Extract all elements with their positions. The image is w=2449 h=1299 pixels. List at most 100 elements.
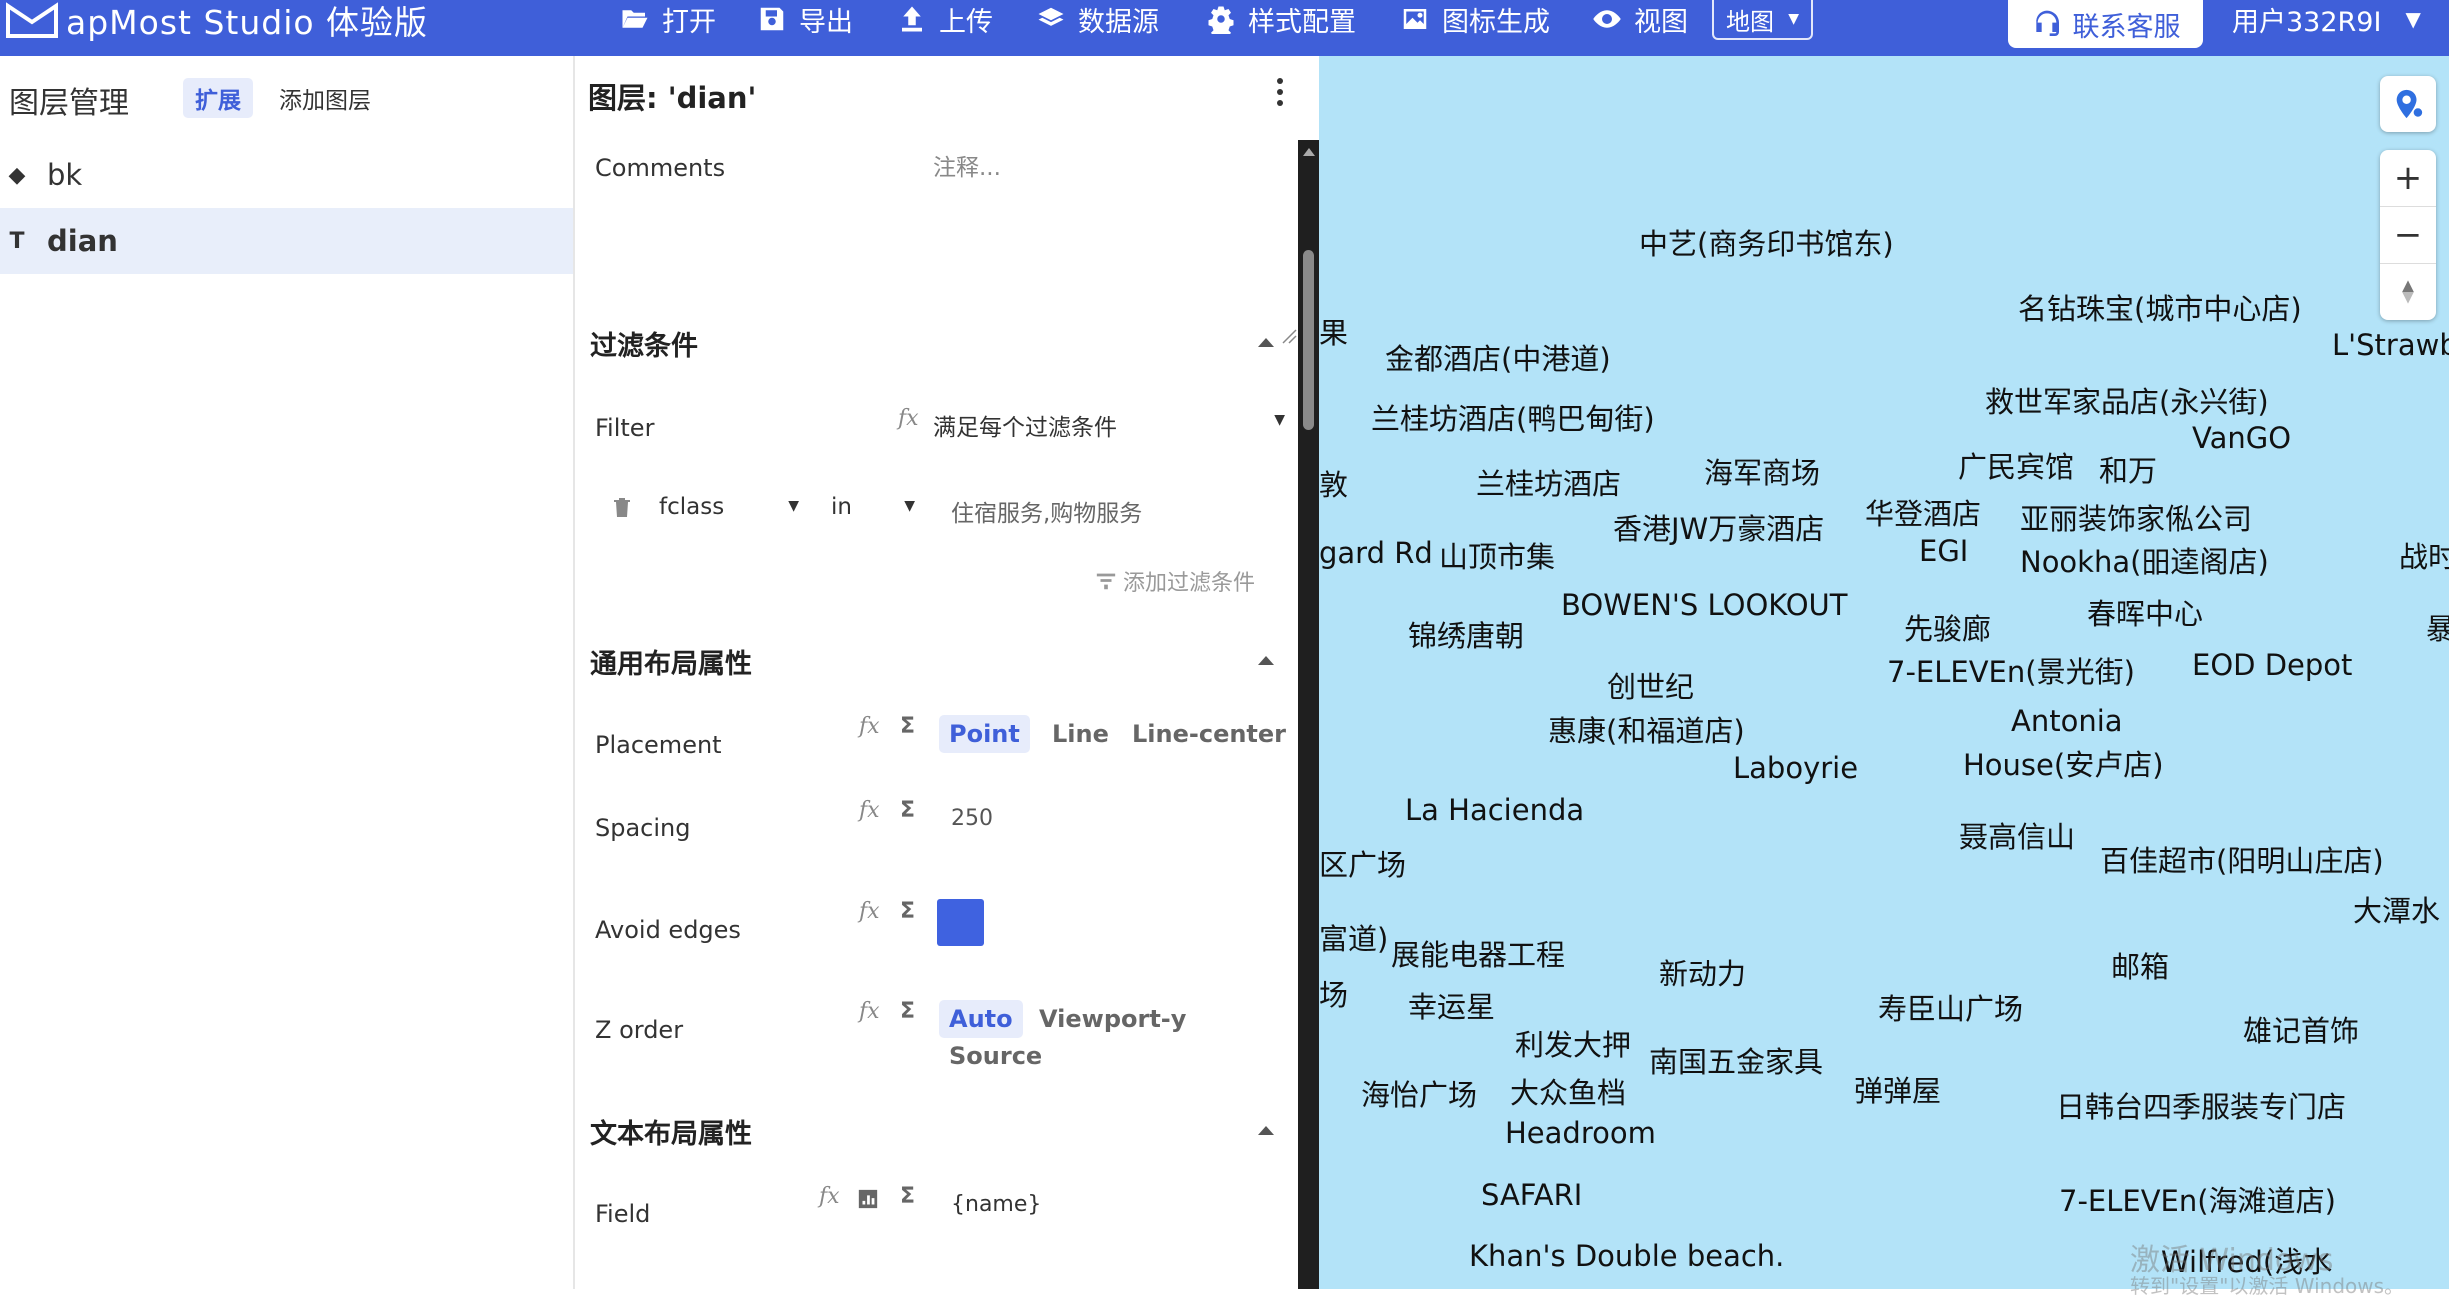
save-icon <box>760 7 784 31</box>
view-mode-select[interactable]: 地图 ▼ <box>1712 0 1813 40</box>
collapse-filter-icon[interactable] <box>1258 338 1274 347</box>
image-icon <box>1403 9 1427 29</box>
caret-down-icon: ▼ <box>1274 412 1285 428</box>
map-label: 聂高信山 <box>1959 820 2076 854</box>
filter-mode-select[interactable]: 满足每个过滤条件 ▼ <box>933 404 1293 444</box>
resize-handle-icon[interactable] <box>1281 328 1297 344</box>
sigma-icon[interactable]: Σ <box>900 714 915 739</box>
map-label: 展能电器工程 <box>1391 938 1566 972</box>
menu-style-config[interactable]: 样式配置 <box>1206 0 1356 38</box>
sigma-icon[interactable]: Σ <box>900 798 915 823</box>
field-input[interactable]: {name} <box>951 1192 1041 1217</box>
layer-row-bk[interactable]: ◆ bk <box>0 142 573 208</box>
locate-control[interactable] <box>2380 76 2436 132</box>
z-order-source-option[interactable]: Source <box>939 1037 1052 1075</box>
map-label: Headroom <box>1505 1116 1656 1150</box>
trash-icon[interactable] <box>610 496 634 520</box>
menu-icon-generate[interactable]: 图标生成 <box>1400 0 1550 38</box>
sigma-icon[interactable]: Σ <box>900 999 915 1024</box>
zoom-in-button[interactable]: + <box>2380 150 2436 206</box>
plus-icon: + <box>2393 158 2423 198</box>
comments-textarea[interactable]: 注释... <box>933 144 1297 344</box>
function-icon[interactable]: fx <box>819 1184 840 1209</box>
chevron-down-icon: ▼ <box>1788 11 1799 27</box>
mapmost-logo-icon <box>6 2 58 38</box>
map-label: 先骏廊 <box>1904 612 1992 646</box>
add-filter-button[interactable]: 添加过滤条件 <box>1095 564 1255 598</box>
menu-view[interactable]: 视图 <box>1592 0 1688 38</box>
text-layout-section-title: 文本布局属性 <box>590 1119 752 1150</box>
map-label: BOWEN'S LOOKOUT <box>1561 588 1848 622</box>
function-icon[interactable]: fx <box>859 999 880 1024</box>
map-label: 暴 <box>2426 612 2449 646</box>
app-logo: apMost Studio 体验版 <box>6 0 428 42</box>
z-order-viewport-y-option[interactable]: Viewport-y <box>1029 1000 1196 1038</box>
expand-tab[interactable]: 扩展 <box>183 78 253 118</box>
menu-export-label: 导出 <box>799 6 853 38</box>
filter-operator-select[interactable]: in ▼ <box>831 486 915 530</box>
minus-icon: − <box>2393 215 2423 255</box>
map-canvas[interactable]: 中艺(商务印书馆东) 名钻珠宝(城市中心店) L'Strawb 果 金都酒店(中… <box>1319 56 2449 1289</box>
placement-point-option[interactable]: Point <box>939 715 1030 753</box>
function-icon[interactable]: fx <box>859 899 880 924</box>
contact-support-label: 联系客服 <box>2072 11 2181 43</box>
function-icon[interactable]: fx <box>859 714 880 739</box>
bar-chart-icon[interactable] <box>857 1188 879 1210</box>
more-options-icon[interactable] <box>1265 74 1295 110</box>
menu-export[interactable]: 导出 <box>757 0 853 38</box>
filter-values-input[interactable]: 住宿服务,购物服务 <box>951 494 1142 528</box>
menu-open[interactable]: 打开 <box>620 0 716 38</box>
menu-icon-generate-label: 图标生成 <box>1442 6 1550 38</box>
caret-down-icon: ▼ <box>904 498 915 514</box>
contact-support-button[interactable]: 联系客服 <box>2008 0 2203 48</box>
location-pin-button[interactable] <box>2380 76 2436 132</box>
zoom-out-button[interactable]: − <box>2380 206 2436 263</box>
map-label: 惠康(和福道店) <box>1548 714 1745 748</box>
map-label: Laboyrie <box>1733 751 1859 785</box>
function-icon[interactable]: fx <box>898 406 919 431</box>
avoid-edges-label: Avoid edges <box>595 916 741 944</box>
collapse-text-icon[interactable] <box>1258 1126 1274 1135</box>
function-icon[interactable]: fx <box>859 798 880 823</box>
spacing-input[interactable]: 250 <box>951 806 993 831</box>
properties-title: 图层: 'dian' <box>588 81 757 115</box>
top-toolbar: apMost Studio 体验版 打开 导出 上传 数据源 样式配置 图标生成… <box>0 0 2449 56</box>
location-pin-icon <box>2396 89 2423 119</box>
user-menu[interactable]: 用户332R9I ▼ <box>2232 0 2421 38</box>
map-label: gard Rd <box>1319 536 1433 570</box>
map-label: 利发大押 <box>1515 1028 1632 1062</box>
layer-row-dian[interactable]: T dian <box>0 208 573 274</box>
map-label: 和万 <box>2099 454 2158 488</box>
menu-datasource[interactable]: 数据源 <box>1036 0 1159 38</box>
properties-scrollbar[interactable] <box>1298 140 1319 1289</box>
compass-button[interactable] <box>2380 263 2436 320</box>
map-label: House(安卢店) <box>1963 748 2164 782</box>
compass-icon <box>2402 280 2414 304</box>
z-order-auto-option[interactable]: Auto <box>939 1000 1023 1038</box>
placement-line-center-option[interactable]: Line-center <box>1122 715 1296 753</box>
windows-activation-subtext: 转到"设置"以激活 Windows。 <box>2130 1274 2405 1298</box>
map-label: 救世军家品店(永兴街) <box>1985 385 2269 419</box>
filter-field-value: fclass <box>659 494 725 520</box>
map-label: 日韩台四季服装专门店 <box>2056 1090 2347 1124</box>
map-label: 兰桂坊酒店 <box>1476 467 1622 501</box>
placement-line-option[interactable]: Line <box>1042 715 1119 753</box>
layer-panel-title: 图层管理 <box>9 86 129 121</box>
layer-panel-header: 图层管理 扩展 添加图层 <box>0 56 573 136</box>
map-label: 锦绣唐朝 <box>1408 619 1525 653</box>
add-layer-tab[interactable]: 添加图层 <box>279 78 371 118</box>
scroll-up-icon[interactable] <box>1303 148 1315 156</box>
collapse-general-icon[interactable] <box>1258 656 1274 665</box>
menu-upload[interactable]: 上传 <box>897 0 993 38</box>
scrollbar-thumb[interactable] <box>1303 250 1314 430</box>
map-label: Nookha(昍逵阁店) <box>2020 545 2269 579</box>
field-label: Field <box>595 1200 651 1228</box>
gear-icon <box>1208 6 1234 34</box>
avoid-edges-checkbox[interactable] <box>937 899 984 946</box>
sigma-icon[interactable]: Σ <box>900 1184 915 1209</box>
map-label: 区广场 <box>1319 848 1407 882</box>
map-label: 大众鱼档 <box>1510 1076 1627 1110</box>
map-label: 战时 <box>2399 540 2449 574</box>
sigma-icon[interactable]: Σ <box>900 899 915 924</box>
filter-field-select[interactable]: fclass ▼ <box>659 486 799 530</box>
